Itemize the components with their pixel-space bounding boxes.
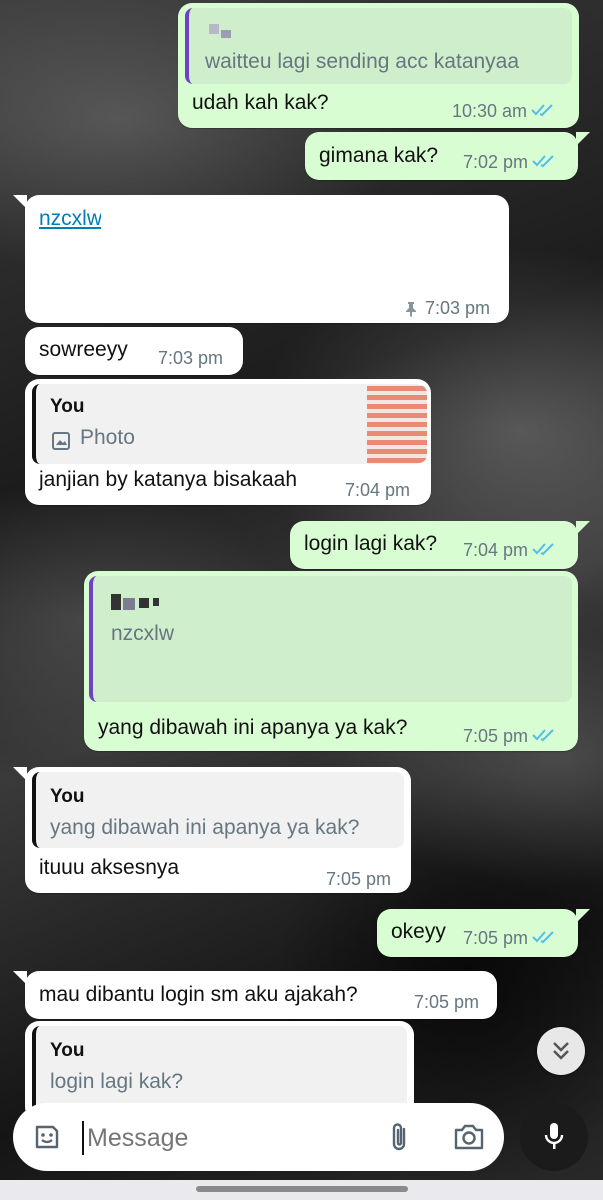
- double-check-icon: [531, 101, 555, 122]
- message-text: janjian by katanya bisakaah: [39, 468, 298, 491]
- message-bubble-incoming[interactable]: You yang dibawah ini apanya ya kak? ituu…: [25, 767, 411, 893]
- redacted-name: [221, 30, 231, 38]
- pin-icon: [405, 299, 417, 323]
- bubble-tail: [576, 132, 590, 146]
- quoted-text: login lagi kak?: [50, 1070, 184, 1093]
- message-time: 7:05 pm: [463, 726, 529, 746]
- redacted-name: [111, 594, 121, 610]
- quoted-message[interactable]: You yang dibawah ini apanya ya kak?: [32, 772, 404, 848]
- message-text: udah kah kak?: [192, 91, 329, 114]
- message-bubble-outgoing[interactable]: nzcxlw yang dibawah ini apanya ya kak? 7…: [84, 571, 578, 751]
- scroll-to-bottom-button[interactable]: [537, 1027, 585, 1075]
- message-text: yang dibawah ini apanya ya kak?: [98, 716, 408, 739]
- camera-icon[interactable]: [453, 1124, 485, 1155]
- system-navigation-bar: [0, 1180, 603, 1200]
- quoted-text: waitteu lagi sending acc katanyaa: [205, 50, 520, 73]
- message-bubble-incoming[interactable]: sowreeyy 7:03 pm: [25, 327, 243, 375]
- message-bubble-outgoing[interactable]: okeyy 7:05 pm: [377, 909, 578, 957]
- quoted-message[interactable]: nzcxlw: [89, 576, 572, 702]
- redacted-name: [139, 598, 149, 608]
- double-chevron-down-icon: [551, 1040, 571, 1067]
- quoted-author: You: [50, 786, 85, 807]
- double-check-icon: [532, 540, 556, 561]
- home-gesture-handle[interactable]: [196, 1186, 408, 1192]
- message-text: mau dibantu login sm aku ajakah?: [39, 983, 358, 1006]
- message-time: 7:03 pm: [158, 348, 224, 368]
- double-check-icon: [532, 152, 556, 173]
- quoted-photo-thumbnail[interactable]: [367, 385, 427, 463]
- message-bubble-incoming[interactable]: nzcxlw 7:03 pm: [25, 195, 509, 323]
- bubble-tail: [13, 195, 27, 209]
- text-cursor: [82, 1121, 84, 1155]
- message-meta: 7:05 pm: [463, 928, 556, 949]
- message-text: okeyy: [391, 920, 446, 943]
- quoted-author: You: [50, 396, 85, 417]
- redacted-name: [209, 24, 219, 34]
- sticker-icon[interactable]: [33, 1123, 61, 1156]
- message-text: ituuu aksesnya: [39, 856, 180, 879]
- double-check-icon: [532, 726, 556, 747]
- message-meta: 7:02 pm: [463, 152, 556, 173]
- message-text: sowreeyy: [39, 338, 128, 361]
- message-time: 7:03 pm: [425, 298, 491, 318]
- quoted-text: nzcxlw: [111, 622, 175, 645]
- microphone-icon: [543, 1121, 565, 1158]
- quoted-message[interactable]: You Photo: [32, 384, 427, 464]
- message-time: 7:05 pm: [326, 869, 392, 889]
- message-text: login lagi kak?: [304, 532, 438, 555]
- quoted-text: Photo: [80, 426, 135, 449]
- bubble-tail: [13, 971, 27, 985]
- bubble-tail: [13, 767, 27, 781]
- double-check-icon: [532, 928, 556, 949]
- quoted-message[interactable]: waitteu lagi sending acc katanyaa: [185, 8, 572, 84]
- message-bubble-incoming[interactable]: mau dibantu login sm aku ajakah? 7:05 pm: [25, 971, 497, 1019]
- message-text: gimana kak?: [319, 144, 439, 167]
- message-bubble-incoming[interactable]: You Photo janjian by katanya bisakaah 7:…: [25, 379, 431, 505]
- message-time: 10:30 am: [452, 101, 528, 121]
- quoted-author: You: [50, 1040, 85, 1061]
- image-icon: [52, 432, 70, 456]
- message-composer: [13, 1103, 504, 1171]
- message-bubble-outgoing[interactable]: gimana kak? 7:02 pm: [305, 132, 578, 180]
- redacted-name: [123, 598, 135, 610]
- message-link[interactable]: nzcxlw: [39, 207, 101, 231]
- message-bubble-outgoing[interactable]: login lagi kak? 7:04 pm: [290, 521, 578, 569]
- message-time: 7:02 pm: [463, 152, 529, 172]
- redacted-name: [153, 598, 159, 606]
- message-time: 7:04 pm: [463, 540, 529, 560]
- microphone-button[interactable]: [520, 1103, 588, 1171]
- bubble-tail: [576, 909, 590, 923]
- message-time: 7:05 pm: [414, 992, 480, 1012]
- message-meta: 7:05 pm: [463, 726, 556, 747]
- quoted-text: yang dibawah ini apanya ya kak?: [50, 816, 360, 839]
- message-time: 7:05 pm: [463, 928, 529, 948]
- paperclip-icon[interactable]: [388, 1121, 410, 1158]
- message-bubble-outgoing[interactable]: waitteu lagi sending acc katanyaa udah k…: [178, 3, 579, 128]
- bubble-tail: [576, 521, 590, 535]
- message-meta: 10:30 am: [452, 101, 555, 122]
- message-input[interactable]: [85, 1115, 359, 1161]
- message-meta: 7:04 pm: [463, 540, 556, 561]
- message-time: 7:04 pm: [345, 480, 411, 500]
